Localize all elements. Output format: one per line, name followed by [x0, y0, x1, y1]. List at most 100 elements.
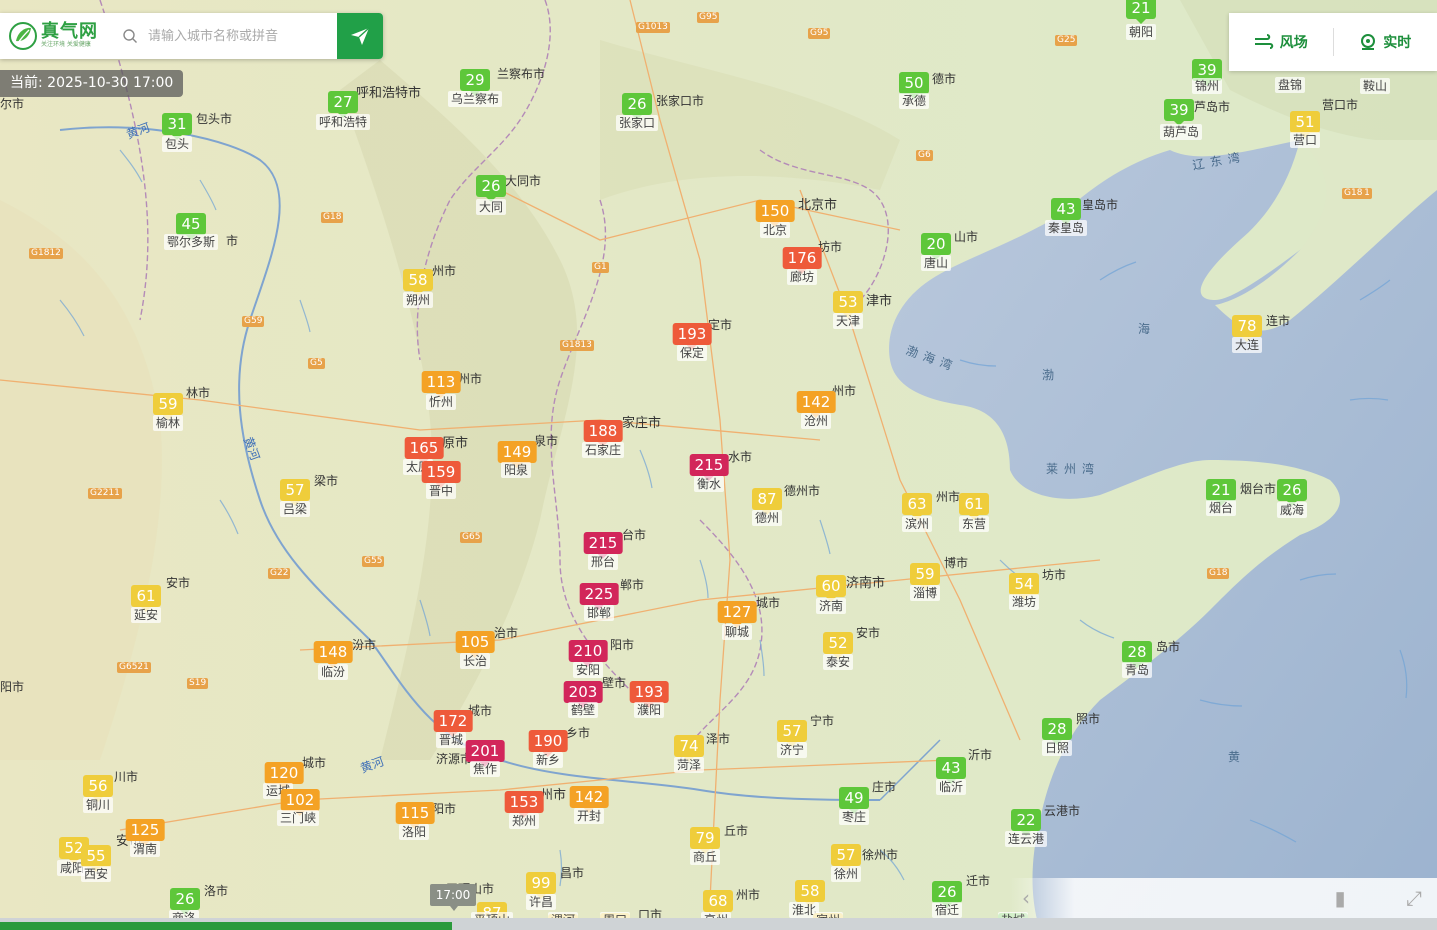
city-name-label[interactable]: 延安 — [130, 607, 162, 623]
city-name-label[interactable]: 滨州 — [901, 516, 933, 532]
city-name-label[interactable]: 大连 — [1231, 337, 1263, 353]
city-name-label[interactable]: 包头 — [161, 136, 193, 152]
city-name-label[interactable]: 商丘 — [689, 849, 721, 865]
city-name-label[interactable]: 济南 — [815, 598, 847, 614]
city-name-label[interactable]: 天津 — [832, 313, 864, 329]
aqi-value: 28 — [1042, 718, 1072, 740]
city-name-label[interactable]: 唐山 — [920, 255, 952, 271]
city-name-label[interactable]: 西安 — [80, 866, 112, 882]
city-name-label[interactable]: 东营 — [958, 516, 990, 532]
fullscreen-icon[interactable]: ⤢ — [1404, 886, 1424, 910]
city-name-label[interactable]: 宿迁 — [931, 902, 963, 918]
city-name-label[interactable]: 渭南 — [129, 841, 161, 857]
city-name-label[interactable]: 安阳 — [572, 662, 604, 678]
city-name-label[interactable]: 泰安 — [822, 654, 854, 670]
city-name-label[interactable]: 枣庄 — [838, 809, 870, 825]
city-text-yanan: 安市 — [166, 576, 191, 590]
city-name-label[interactable]: 德州 — [751, 510, 783, 526]
logo-slogan: 关注环境 关爱健康 — [41, 41, 91, 48]
city-name-label[interactable]: 葫芦岛 — [1159, 124, 1203, 140]
city-name-label[interactable]: 菏泽 — [673, 757, 705, 773]
city-name-label[interactable]: 呼和浩特 — [315, 114, 371, 130]
timeline-track[interactable] — [0, 918, 1437, 930]
city-name-label[interactable]: 吕梁 — [279, 501, 311, 517]
city-name-label[interactable]: 承德 — [898, 93, 930, 109]
city-text-yangquan: 泉市 — [534, 434, 559, 448]
city-name-label[interactable]: 沧州 — [800, 413, 832, 429]
city-name-label[interactable]: 许昌 — [525, 894, 557, 910]
city-name-label[interactable]: 晋城 — [435, 732, 467, 748]
city-name-label[interactable]: 开封 — [573, 808, 605, 824]
aqi-marker[interactable]: 26 — [476, 175, 506, 202]
city-name-label[interactable]: 阳泉 — [500, 462, 532, 478]
city-name-label[interactable]: 秦皇岛 — [1044, 220, 1088, 236]
city-name-label[interactable]: 济宁 — [776, 742, 808, 758]
city-name-label[interactable]: 日照 — [1041, 740, 1073, 756]
city-name-label[interactable]: 淄博 — [909, 585, 941, 601]
city-text-binzhou: 州市 — [936, 490, 961, 504]
road-shield: G18 — [1342, 188, 1365, 199]
city-name-label[interactable]: 晋中 — [425, 483, 457, 499]
city-name-label[interactable]: 潍坊 — [1008, 594, 1040, 610]
city-name-label[interactable]: 威海 — [1276, 502, 1308, 518]
map-canvas[interactable]: 辽东湾 渤海湾 莱州湾 渤 海 黄 黄河 黄河 黄河 呼和浩特市 兰察布市 张家… — [0, 0, 1437, 930]
city-name-label[interactable]: 连云港 — [1004, 831, 1048, 847]
city-name-label[interactable]: 烟台 — [1205, 500, 1237, 516]
timeline-handle[interactable]: 17:00 — [430, 884, 476, 911]
city-name-label[interactable]: 临沂 — [935, 779, 967, 795]
city-name-label[interactable]: 乌兰察布 — [447, 91, 503, 107]
city-name-label[interactable]: 廊坊 — [786, 269, 818, 285]
city-name-label[interactable]: 洛阳 — [398, 824, 430, 840]
road-shield: G59 — [242, 316, 265, 327]
city-name-label[interactable]: 忻州 — [425, 394, 457, 410]
city-name-label[interactable]: 鄂尔多斯 — [163, 234, 219, 250]
city-name-label[interactable]: 大同 — [475, 199, 507, 215]
aqi-marker[interactable]: 39 — [1164, 99, 1194, 126]
city-name-label[interactable]: 鹤壁 — [567, 702, 599, 718]
road-shield: G55 — [362, 556, 385, 567]
city-name-label[interactable]: 徐州 — [830, 866, 862, 882]
realtime-button[interactable]: 实时 — [1334, 27, 1437, 57]
road-shield: G95 — [808, 28, 831, 39]
aqi-value: 153 — [504, 791, 544, 813]
logo[interactable]: 真气网 关注环境 关爱健康 — [0, 13, 118, 59]
city-name-label[interactable]: 濮阳 — [633, 702, 665, 718]
play-pause-icon[interactable]: ▮ — [1330, 886, 1350, 910]
city-name-label[interactable]: 焦作 — [469, 761, 501, 777]
city-name-label[interactable]: 三门峡 — [276, 810, 320, 826]
city-text-weifang: 坊市 — [1042, 568, 1067, 582]
map-toolbar: 风场 实时 — [1229, 13, 1437, 71]
previous-icon[interactable]: ‹ — [1016, 886, 1036, 910]
city-name-label[interactable]: 榆林 — [152, 415, 184, 431]
city-name-label[interactable]: 聊城 — [721, 624, 753, 640]
city-name-label[interactable]: 长治 — [459, 653, 491, 669]
aqi-marker[interactable]: 21 — [1126, 0, 1156, 24]
city-name-label[interactable]: 朔州 — [402, 292, 434, 308]
city-name-label[interactable]: 北京 — [759, 222, 791, 238]
aqi-value: 193 — [672, 323, 712, 345]
city-name-label[interactable]: 衡水 — [693, 476, 725, 492]
city-name-label[interactable]: 锦州 — [1191, 78, 1223, 94]
aqi-value: 215 — [583, 532, 623, 554]
city-name-label[interactable]: 朝阳 — [1125, 24, 1157, 40]
city-name-label[interactable]: 张家口 — [615, 115, 659, 131]
city-name-label[interactable]: 郑州 — [508, 813, 540, 829]
aqi-value: 57 — [831, 844, 861, 866]
wind-field-button[interactable]: 风场 — [1229, 27, 1333, 57]
city-name-label[interactable]: 邯郸 — [583, 605, 615, 621]
city-name-label[interactable]: 青岛 — [1121, 662, 1153, 678]
city-name-label[interactable]: 铜川 — [82, 797, 114, 813]
city-name-label[interactable]: 盘锦 — [1274, 77, 1306, 93]
aqi-value: 176 — [782, 247, 822, 269]
city-name-label[interactable]: 鞍山 — [1359, 78, 1391, 94]
city-name-label[interactable]: 石家庄 — [581, 442, 625, 458]
city-name-label[interactable]: 邢台 — [587, 554, 619, 570]
city-name-label[interactable]: 保定 — [676, 345, 708, 361]
city-search-input[interactable] — [146, 27, 330, 45]
city-text-xinxiang: 乡市 — [566, 726, 591, 740]
city-name-label[interactable]: 临汾 — [317, 664, 349, 680]
city-text-lvliang: 梁市 — [314, 474, 339, 488]
city-name-label[interactable]: 新乡 — [532, 752, 564, 768]
search-submit-button[interactable] — [337, 13, 383, 59]
city-name-label[interactable]: 营口 — [1289, 132, 1321, 148]
